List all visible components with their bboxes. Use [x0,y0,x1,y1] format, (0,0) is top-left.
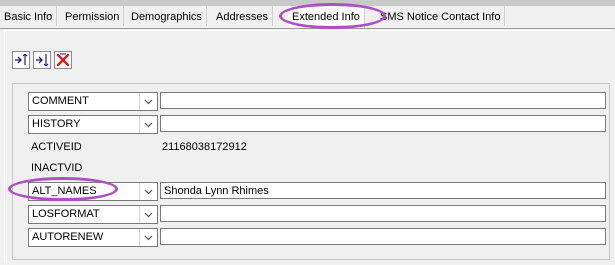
alt-names-key-value: ALT_NAMES [32,185,97,197]
chevron-down-icon[interactable] [139,183,157,200]
history-key-select[interactable]: HISTORY [28,115,158,134]
chevron-down-icon[interactable] [139,206,157,223]
chevron-down-icon[interactable] [139,229,157,246]
chevron-down-icon[interactable] [139,93,157,110]
delete-row-icon [56,53,70,67]
alt-names-key-select[interactable]: ALT_NAMES [28,182,158,201]
comment-value-input[interactable] [160,92,606,109]
tab-sms-notice-contact-info[interactable]: SMS Notice Contact Info [376,6,506,26]
losformat-key-value: LOSFORMAT [32,208,100,220]
extended-info-fields: COMMENT HISTORY ACTIVEID 21168038172912 [12,83,610,260]
losformat-value-input[interactable] [160,205,606,222]
insert-row-above-icon [15,54,28,65]
tab-permission[interactable]: Permission [61,6,125,26]
comment-key-value: COMMENT [32,95,89,107]
losformat-key-select[interactable]: LOSFORMAT [28,205,158,224]
tab-basic-info[interactable]: Basic Info [0,6,58,26]
history-key-value: HISTORY [32,118,81,130]
tab-bar: Basic Info Permission Demographics Addre… [0,6,615,29]
tab-demographics[interactable]: Demographics [127,6,207,26]
delete-row-button[interactable] [54,51,72,69]
activeid-label: ACTIVEID [31,141,82,153]
insert-row-above-button[interactable] [12,51,30,69]
alt-names-value-input[interactable]: Shonda Lynn Rhimes [160,182,606,199]
comment-key-select[interactable]: COMMENT [28,92,158,111]
insert-row-below-icon [36,54,49,66]
tab-extended-info[interactable]: Extended Info [288,6,365,28]
insert-row-below-button[interactable] [33,51,51,69]
autorenew-value-input[interactable] [160,228,606,245]
autorenew-key-select[interactable]: AUTORENEW [28,228,158,247]
inactvid-label: INACTVID [31,162,83,174]
extended-info-panel: COMMENT HISTORY ACTIVEID 21168038172912 [4,30,612,263]
history-value-input[interactable] [160,115,606,132]
tab-addresses[interactable]: Addresses [212,6,273,26]
autorenew-key-value: AUTORENEW [32,231,104,243]
activeid-value: 21168038172912 [162,141,247,153]
chevron-down-icon[interactable] [139,116,157,133]
